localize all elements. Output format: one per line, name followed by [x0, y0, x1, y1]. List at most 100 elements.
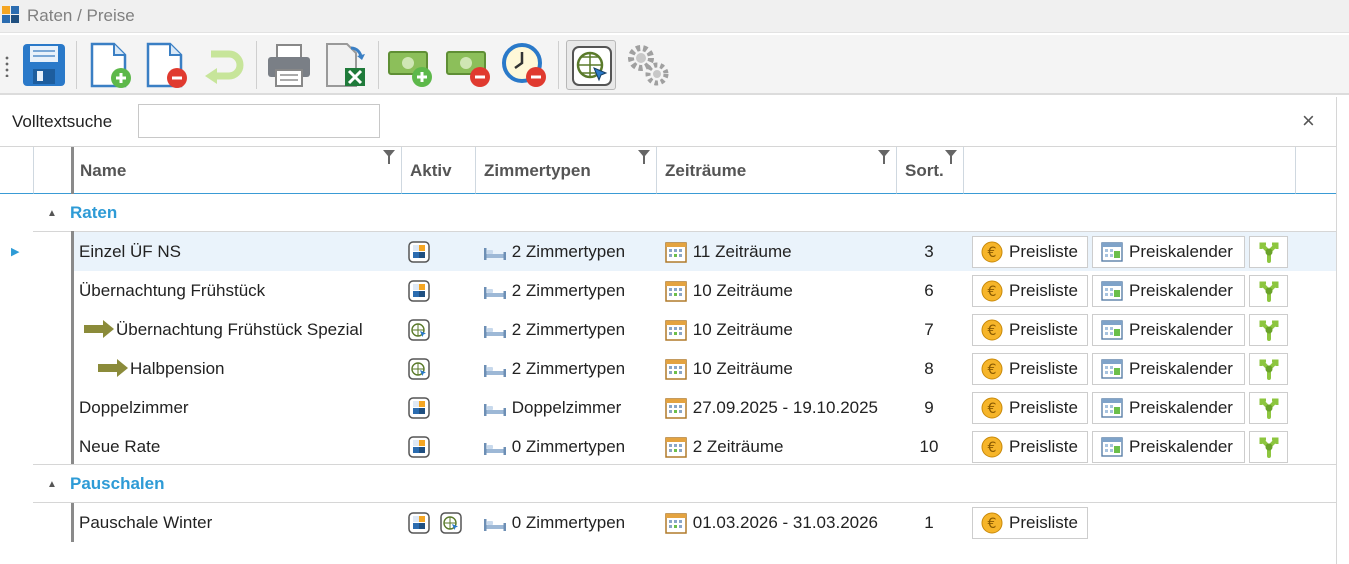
- preisliste-button[interactable]: € Preisliste: [972, 275, 1088, 307]
- derive-rate-button[interactable]: [1249, 275, 1288, 307]
- header-indicator-cell: [0, 147, 34, 194]
- sort-value: 8: [924, 359, 934, 378]
- zimmertypen-cell: 2 Zimmertypen: [483, 310, 625, 349]
- remove-price-button[interactable]: [444, 40, 494, 90]
- rate-name-cell: Pauschale Winter: [79, 503, 212, 542]
- table-row[interactable]: Halbpension 2 Zimmertypen 10 Zeiträume 8 €…: [74, 349, 1336, 388]
- zimmertypen-value: 2 Zimmertypen: [511, 281, 626, 300]
- zeitraeume-cell: 10 Zeiträume: [664, 349, 793, 388]
- group-header-pauschalen[interactable]: ▲ Pauschalen: [33, 465, 1336, 503]
- zeitraeume-cell: 27.09.2025 - 19.10.2025: [664, 388, 878, 427]
- search-bar: Volltextsuche: [0, 97, 1337, 147]
- column-header-zimmertypen[interactable]: Zimmertypen: [476, 147, 657, 194]
- table-row[interactable]: Übernachtung Frühstück 2 Zimmertypen 10 …: [74, 271, 1336, 310]
- filter-icon[interactable]: [878, 150, 890, 164]
- derive-rate-button[interactable]: [1249, 431, 1288, 463]
- rate-name-cell: Halbpension: [97, 349, 225, 388]
- euro-icon: €: [981, 397, 1003, 419]
- settings-button[interactable]: [623, 40, 673, 90]
- rate-name: Übernachtung Frühstück Spezial: [116, 320, 363, 339]
- rate-name-cell: Neue Rate: [79, 427, 160, 466]
- rate-name-cell: Übernachtung Frühstück: [79, 271, 265, 310]
- bed-icon: [483, 510, 507, 534]
- aktiv-cell: [407, 388, 439, 427]
- local-channel-icon: [407, 510, 431, 534]
- zeitraeume-cell: 01.03.2026 - 31.03.2026: [664, 503, 878, 542]
- toolbar-grip[interactable]: [5, 55, 9, 77]
- filter-icon[interactable]: [638, 150, 650, 164]
- rate-name: Halbpension: [130, 359, 225, 378]
- preisliste-button[interactable]: € Preisliste: [972, 314, 1088, 346]
- column-header-sort[interactable]: Sort.: [897, 147, 964, 194]
- preiskalender-button[interactable]: Preiskalender: [1092, 353, 1245, 385]
- column-header-zeitraeume[interactable]: Zeiträume: [657, 147, 897, 194]
- rate-name-cell: Übernachtung Frühstück Spezial: [83, 310, 363, 349]
- collapse-icon[interactable]: ▲: [47, 208, 57, 219]
- fork-icon: [1258, 436, 1280, 458]
- zimmertypen-value: 2 Zimmertypen: [511, 359, 626, 378]
- bed-icon: [483, 434, 507, 458]
- print-button[interactable]: [264, 40, 314, 90]
- derive-rate-button[interactable]: [1249, 236, 1288, 268]
- euro-icon: €: [981, 319, 1003, 341]
- column-header-name[interactable]: Name: [74, 147, 402, 194]
- price-calendar-icon: [1101, 436, 1123, 458]
- derive-rate-button[interactable]: [1249, 392, 1288, 424]
- derive-rate-button[interactable]: [1249, 314, 1288, 346]
- group-header-raten[interactable]: ▲ Raten: [33, 194, 1336, 232]
- column-header-aktiv[interactable]: Aktiv: [402, 147, 476, 194]
- zimmertypen-value: Doppelzimmer: [511, 398, 622, 417]
- excel-export-button[interactable]: [321, 40, 371, 90]
- collapse-icon[interactable]: ▲: [47, 479, 57, 490]
- preiskalender-button[interactable]: Preiskalender: [1092, 236, 1245, 268]
- preiskalender-button[interactable]: Preiskalender: [1092, 275, 1245, 307]
- filter-icon[interactable]: [383, 150, 395, 164]
- fork-icon: [1258, 319, 1280, 341]
- table-row[interactable]: Neue Rate 0 Zimmertypen 2 Zeiträume 10 € Pr…: [74, 427, 1336, 466]
- sort-value: 3: [924, 242, 934, 261]
- sort-value: 9: [924, 398, 934, 417]
- preisliste-button[interactable]: € Preisliste: [972, 236, 1088, 268]
- remove-money-icon: [446, 51, 490, 87]
- zeitraeume-cell: 2 Zeiträume: [664, 427, 783, 466]
- preiskalender-button[interactable]: Preiskalender: [1092, 392, 1245, 424]
- table-row[interactable]: Einzel ÜF NS 2 Zimmertypen 11 Zeiträume 3…: [74, 232, 1336, 271]
- save-icon: [23, 44, 65, 86]
- save-button[interactable]: [19, 40, 69, 90]
- add-price-button[interactable]: [386, 40, 436, 90]
- preiskalender-button[interactable]: Preiskalender: [1092, 314, 1245, 346]
- undo-button[interactable]: [199, 40, 249, 90]
- filter-icon[interactable]: [945, 150, 957, 164]
- bed-icon: [483, 239, 507, 263]
- preisliste-button[interactable]: € Preisliste: [972, 431, 1088, 463]
- calendar-icon: [664, 510, 688, 534]
- web-booking-button[interactable]: [566, 40, 616, 90]
- svg-text:€: €: [988, 440, 997, 456]
- aktiv-cell: [407, 427, 439, 466]
- derive-rate-button[interactable]: [1249, 353, 1288, 385]
- fulltext-search-input[interactable]: [138, 104, 380, 138]
- price-calendar-icon: [1101, 358, 1123, 380]
- delete-rate-button[interactable]: [141, 40, 191, 90]
- price-calendar-icon: [1101, 280, 1123, 302]
- preiskalender-button[interactable]: Preiskalender: [1092, 431, 1245, 463]
- price-calendar-icon: [1101, 319, 1123, 341]
- bed-icon: [483, 317, 507, 341]
- svg-text:€: €: [988, 284, 997, 300]
- close-search-icon[interactable]: ×: [1302, 110, 1315, 132]
- remove-period-button[interactable]: [500, 40, 550, 90]
- local-channel-icon: [407, 278, 431, 302]
- preisliste-button[interactable]: € Preisliste: [972, 392, 1088, 424]
- zeitraeume-cell: 10 Zeiträume: [664, 271, 793, 310]
- calendar-icon: [664, 278, 688, 302]
- fork-icon: [1258, 241, 1280, 263]
- preisliste-button[interactable]: € Preisliste: [972, 353, 1088, 385]
- table-row[interactable]: Doppelzimmer Doppelzimmer 27.09.2025 - 1…: [74, 388, 1336, 427]
- table-row[interactable]: Übernachtung Frühstück Spezial 2 Zimmert…: [74, 310, 1336, 349]
- current-row-indicator-icon: ▶: [11, 246, 20, 258]
- preisliste-button[interactable]: € Preisliste: [972, 507, 1088, 539]
- sort-value: 10: [919, 437, 939, 456]
- table-row[interactable]: Pauschale Winter 0 Zimmertypen 01.03.202…: [74, 503, 1336, 542]
- svg-text:€: €: [988, 362, 997, 378]
- new-rate-button[interactable]: [85, 40, 135, 90]
